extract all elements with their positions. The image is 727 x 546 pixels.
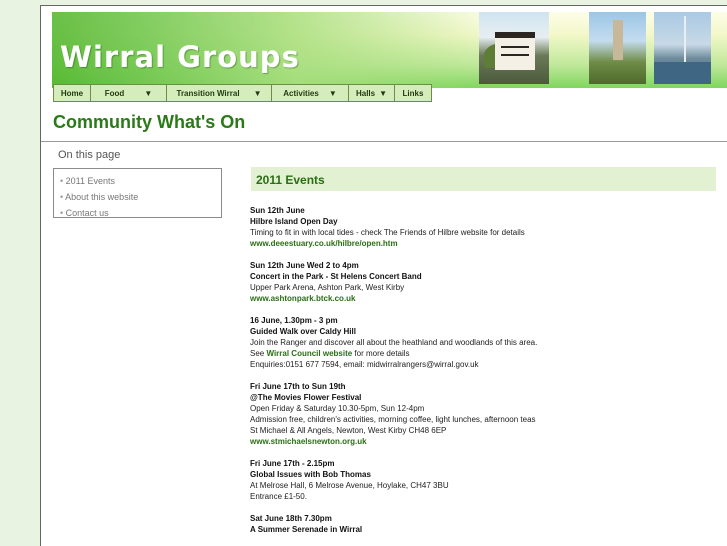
- event-detail: Enquiries:0151 677 7594, email: midwirra…: [250, 360, 479, 369]
- event-see-line: See Wirral Council website for more deta…: [250, 348, 720, 359]
- dropdown-arrow-icon: ▼: [253, 88, 262, 98]
- event-detail: Admission free, children's activities, m…: [250, 415, 536, 424]
- event-detail: Timing to fit in with local tides - chec…: [250, 228, 525, 237]
- banner-photo-boat: [654, 12, 711, 84]
- nav-label: Transition Wirral: [176, 88, 240, 98]
- nav-links[interactable]: Links: [394, 84, 432, 102]
- dropdown-arrow-icon: ▼: [328, 88, 337, 98]
- event-item: Sat June 18th 7.30pm A Summer Serenade i…: [250, 513, 720, 535]
- site-banner: Wirral Groups: [52, 12, 727, 88]
- event-name: Guided Walk over Caldy Hill: [250, 327, 356, 336]
- event-detail: St Michael & All Angels, Newton, West Ki…: [250, 426, 447, 435]
- toc-label: Contact us: [65, 208, 109, 218]
- nav-food[interactable]: Food ▼: [90, 84, 167, 102]
- nav-label: Home: [60, 88, 84, 98]
- event-date: Fri June 17th - 2.15pm: [250, 459, 335, 468]
- event-name: A Summer Serenade in Wirral: [250, 525, 363, 534]
- table-of-contents: • 2011 Events • About this website • Con…: [53, 168, 222, 218]
- event-date: 16 June, 1.30pm - 3 pm: [250, 316, 338, 325]
- events-list: Sun 12th June Hilbre Island Open Day Tim…: [250, 205, 720, 546]
- dropdown-arrow-icon: ▼: [379, 88, 388, 98]
- see-suffix: for more details: [352, 349, 410, 358]
- toc-link-2011-events[interactable]: • 2011 Events: [60, 173, 221, 189]
- event-link[interactable]: www.deeestuary.co.uk/hilbre/open.htm: [250, 238, 720, 249]
- nav-halls[interactable]: Halls ▼: [348, 84, 395, 102]
- event-date: Sat June 18th 7.30pm: [250, 514, 332, 523]
- dropdown-arrow-icon: ▼: [144, 88, 153, 98]
- nav-label: Links: [402, 88, 424, 98]
- page-container: Wirral Groups Home Food ▼ Transition Wir…: [40, 5, 727, 546]
- toc-label: About this website: [65, 192, 139, 202]
- event-link[interactable]: www.ashtonpark.btck.co.uk: [250, 293, 720, 304]
- event-name: @The Movies Flower Festival: [250, 393, 362, 402]
- banner-photo-house: [479, 12, 549, 84]
- event-item: Fri June 17th - 2.15pm Global Issues wit…: [250, 458, 720, 502]
- event-detail: Join the Ranger and discover all about t…: [250, 338, 538, 347]
- nav-activities[interactable]: Activities ▼: [271, 84, 349, 102]
- event-item: Sun 12th June Hilbre Island Open Day Tim…: [250, 205, 720, 249]
- event-detail: Upper Park Arena, Ashton Park, West Kirb…: [250, 283, 405, 292]
- tower-shape: [613, 20, 623, 60]
- nav-home[interactable]: Home: [53, 84, 91, 102]
- event-date: Sun 12th June Wed 2 to 4pm: [250, 261, 359, 270]
- site-title[interactable]: Wirral Groups: [60, 40, 300, 74]
- event-detail: Open Friday & Saturday 10.30-5pm, Sun 12…: [250, 404, 425, 413]
- event-link[interactable]: www.stmichaelsnewton.org.uk: [250, 436, 720, 447]
- toc-label: 2011 Events: [65, 176, 116, 186]
- on-this-page-label: On this page: [58, 149, 121, 161]
- page-title: Community What's On: [53, 112, 246, 132]
- see-prefix: See: [250, 349, 267, 358]
- event-name: Concert in the Park - St Helens Concert …: [250, 272, 422, 281]
- event-name: Global Issues with Bob Thomas: [250, 470, 371, 479]
- event-item: Sun 12th June Wed 2 to 4pm Concert in th…: [250, 260, 720, 304]
- house-shape: [495, 32, 535, 70]
- main-nav: Home Food ▼ Transition Wirral ▼ Activiti…: [53, 84, 432, 102]
- event-date: Sun 12th June: [250, 206, 305, 215]
- event-date: Fri June 17th to Sun 19th: [250, 382, 346, 391]
- banner-photo-church: [589, 12, 646, 84]
- section-title: 2011 Events: [256, 173, 325, 187]
- nav-label: Activities: [283, 88, 319, 98]
- event-item: Fri June 17th to Sun 19th @The Movies Fl…: [250, 381, 720, 447]
- council-website-link[interactable]: Wirral Council website: [266, 349, 352, 358]
- toc-link-about[interactable]: • About this website: [60, 189, 221, 205]
- event-detail: Entrance £1-50.: [250, 492, 307, 501]
- water-shape: [654, 62, 711, 84]
- divider: [41, 141, 727, 142]
- nav-transition-wirral[interactable]: Transition Wirral ▼: [166, 84, 272, 102]
- event-detail: At Melrose Hall, 6 Melrose Avenue, Hoyla…: [250, 481, 449, 490]
- event-item: 16 June, 1.30pm - 3 pm Guided Walk over …: [250, 315, 720, 370]
- mast-shape: [684, 16, 686, 62]
- event-name: Hilbre Island Open Day: [250, 217, 338, 226]
- nav-label: Food: [104, 88, 125, 98]
- toc-link-contact[interactable]: • Contact us: [60, 205, 221, 221]
- section-header: 2011 Events: [251, 167, 716, 191]
- nav-label: Halls: [355, 88, 376, 98]
